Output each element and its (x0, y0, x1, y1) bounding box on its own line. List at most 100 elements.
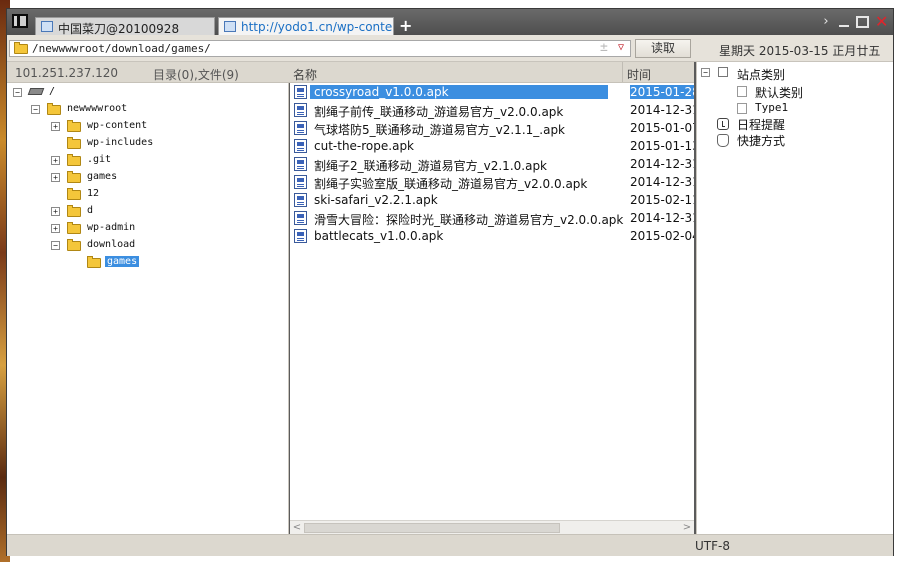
file-name: cut-the-rope.apk (314, 139, 415, 153)
tab-label: 中国菜刀@20100928 (58, 22, 180, 36)
expander-icon[interactable]: + (51, 122, 60, 131)
folder-icon (67, 239, 81, 251)
file-time: 2015-01-28 11 (630, 85, 694, 99)
file-row[interactable]: cut-the-rope.apk 2015-01-13 13 (290, 137, 694, 155)
expander-icon[interactable]: − (51, 241, 60, 250)
expander-icon[interactable]: + (51, 156, 60, 165)
path-text: /newwwwroot/download/games/ (32, 42, 211, 55)
file-icon (294, 103, 307, 117)
file-time: 2015-01-13 13 (630, 139, 694, 153)
status-bar: UTF-8 (7, 534, 893, 556)
chevron-down-icon[interactable]: ▽ (618, 42, 624, 53)
file-time: 2014-12-31 14 (630, 103, 694, 117)
path-input[interactable]: /newwwwroot/download/games/ ± ▽ (9, 40, 631, 57)
default-category-node[interactable]: 默认类别 (737, 84, 897, 100)
collapse-icon[interactable]: − (701, 68, 710, 77)
file-row[interactable]: crossyroad_v1.0.0.apk 2015-01-28 11 (290, 83, 694, 101)
site-category-node[interactable]: − 站点类别 (701, 66, 861, 82)
app-icon[interactable] (12, 14, 28, 28)
plus-minus-icon[interactable]: ± (600, 40, 608, 55)
minimize-button[interactable] (838, 16, 850, 28)
checkbox-icon[interactable] (718, 67, 728, 77)
file-row[interactable]: 割绳子实验室版_联通移动_游道易官方_v2.0.0.apk 2014-12-31… (290, 173, 694, 191)
scroll-thumb[interactable] (304, 523, 560, 533)
tree-node-games-selected[interactable]: games (71, 255, 271, 271)
type1-node[interactable]: Type1 (737, 101, 897, 117)
file-row[interactable]: ski-safari_v2.2.1.apk 2015-02-11 14 (290, 191, 694, 209)
file-time: 2014-12-31 14 (630, 157, 694, 171)
item-counts: 目录(0),文件(9) (153, 68, 239, 82)
expander-icon[interactable]: + (51, 207, 60, 216)
file-icon (294, 121, 307, 135)
schedule-node[interactable]: 日程提醒 (717, 116, 877, 132)
tab-session[interactable]: 中国菜刀@20100928 (35, 17, 215, 37)
file-name: 割绳子前传_联通移动_游道易官方_v2.0.0.apk (314, 105, 564, 119)
column-divider[interactable] (622, 62, 623, 82)
expander-icon[interactable]: + (51, 173, 60, 182)
folder-icon (67, 120, 81, 132)
encoding-label[interactable]: UTF-8 (695, 539, 730, 553)
tree-node-newwwwroot[interactable]: − newwwwroot (31, 102, 231, 118)
folder-icon (67, 154, 81, 166)
tree-node-root[interactable]: − / (13, 85, 213, 101)
tree-node-d[interactable]: + d (51, 204, 251, 220)
file-row[interactable]: 滑雪大冒险：探险时光_联通移动_游道易官方_v2.0.0.apk 2014-12… (290, 209, 694, 227)
tree-node-wp-admin[interactable]: + wp-admin (51, 221, 251, 237)
file-list: crossyroad_v1.0.0.apk 2015-01-28 11 割绳子前… (290, 83, 694, 520)
file-time: 2015-02-11 14 (630, 193, 694, 207)
clock-icon (717, 118, 729, 130)
tree-node-label: download (87, 239, 136, 250)
tree-node-label: / (49, 86, 56, 97)
file-row[interactable]: 割绳子2_联通移动_游道易官方_v2.1.0.apk 2014-12-31 14 (290, 155, 694, 173)
tree-node-wp-content[interactable]: + wp-content (51, 119, 251, 135)
tree-node-label: .git (87, 154, 112, 165)
type1-label: Type1 (755, 101, 789, 114)
folder-icon (67, 205, 81, 217)
add-tab-button[interactable]: + (399, 16, 412, 35)
tab-label: http://yodo1.cn/wp-content/... (241, 20, 393, 34)
tree-node-label: games (105, 256, 140, 267)
address-bar: /newwwwroot/download/games/ ± ▽ 读取 星期天 2… (7, 35, 893, 62)
expander-icon[interactable]: − (13, 88, 22, 97)
window-controls: › ✕ (820, 14, 888, 30)
file-time: 2015-01-07 17 (630, 121, 694, 135)
tree-node-12[interactable]: 12 (51, 187, 251, 203)
file-row[interactable]: 割绳子前传_联通移动_游道易官方_v2.0.0.apk 2014-12-31 1… (290, 101, 694, 119)
expander-icon[interactable]: − (31, 105, 40, 114)
shortcut-label: 快捷方式 (737, 134, 786, 148)
file-row[interactable]: 气球塔防5_联通移动_游道易官方_v2.1.1_.apk 2015-01-07 … (290, 119, 694, 137)
tree-node-label: games (87, 171, 118, 182)
file-icon (294, 139, 307, 153)
shortcut-node[interactable]: 快捷方式 (717, 132, 877, 148)
horizontal-scrollbar[interactable]: < > (290, 520, 694, 535)
site-category-label: 站点类别 (737, 68, 786, 82)
tree-node-label: wp-content (87, 120, 148, 131)
folder-icon (67, 171, 81, 183)
file-time: 2014-12-31 14 (630, 175, 694, 189)
tree-node-git[interactable]: + .git (51, 153, 251, 169)
column-header-time[interactable]: 时间 (627, 66, 651, 83)
file-name: crossyroad_v1.0.0.apk (310, 85, 608, 99)
scroll-right-icon[interactable]: > (681, 522, 693, 534)
chevron-right-icon[interactable]: › (820, 15, 832, 28)
file-name: 气球塔防5_联通移动_游道易官方_v2.1.1_.apk (314, 123, 566, 137)
tree-node-games[interactable]: + games (51, 170, 251, 186)
read-button[interactable]: 读取 (635, 39, 691, 58)
expander-icon[interactable]: + (51, 224, 60, 233)
tree-header: 101.251.237.120 目录(0),文件(9) (7, 62, 289, 83)
hand-icon (717, 134, 729, 147)
tab-url[interactable]: http://yodo1.cn/wp-content/... (218, 17, 394, 37)
file-icon (294, 175, 307, 189)
tree-node-download[interactable]: − download (51, 238, 251, 254)
file-time: 2014-12-31 14 (630, 211, 694, 225)
scroll-left-icon[interactable]: < (291, 522, 303, 534)
maximize-button[interactable] (856, 16, 869, 28)
column-header-name[interactable]: 名称 (293, 66, 317, 83)
file-icon (294, 229, 307, 243)
file-row[interactable]: battlecats_v1.0.0.apk 2015-02-04 15 (290, 227, 694, 245)
tree-node-label: newwwwroot (67, 103, 128, 114)
close-button[interactable]: ✕ (875, 14, 888, 30)
tree-node-wp-includes[interactable]: wp-includes (51, 136, 251, 152)
file-name: ski-safari_v2.2.1.apk (314, 193, 438, 207)
file-name: 割绳子2_联通移动_游道易官方_v2.1.0.apk (314, 159, 548, 173)
